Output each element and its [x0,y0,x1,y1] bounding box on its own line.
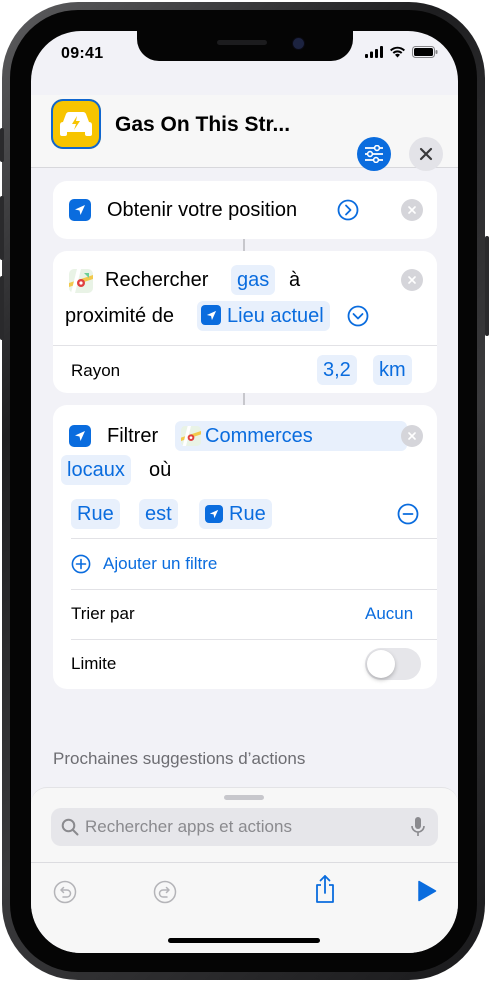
shortcut-title: Gas On This Str... [115,113,291,136]
action-get-location[interactable]: Obtenir votre position [53,181,437,239]
redo-icon[interactable] [153,880,177,904]
location-arrow-icon [69,425,91,447]
shortcut-header: Gas On This Str... [31,95,458,171]
search-icon [61,818,79,836]
maps-icon [181,426,201,446]
search-query-token[interactable]: gas [231,265,276,295]
filter-value-label: Rue [229,503,266,525]
close-icon [419,147,433,161]
share-icon[interactable] [314,874,336,904]
close-icon [408,206,416,214]
close-button[interactable] [409,137,443,171]
search-word-3: proximité de [65,305,174,327]
filter-source-label: Commerces [205,425,313,447]
radius-label: Rayon [71,361,121,380]
radius-unit-token[interactable]: km [373,355,412,385]
screen: 09:41 Gas On This Str... Obtenir votre p… [31,31,458,953]
signal-icon [365,46,383,58]
sort-label: Trier par [71,604,135,623]
maps-icon [69,269,93,293]
action-search-sheet: Rechercher apps et actions [31,787,458,953]
silent-switch [0,128,4,162]
action-connector [243,239,245,251]
battery-icon [412,46,438,58]
minus-circle-icon[interactable] [397,503,419,525]
divider [31,862,458,863]
location-token-label: Lieu actuel [227,305,324,327]
chevron-down-circle-icon[interactable] [347,305,369,327]
search-bar[interactable]: Rechercher apps et actions [51,808,438,846]
filter-word-2: où [149,459,172,481]
suggestions-heading: Prochaines suggestions d’actions [53,749,306,768]
limit-toggle[interactable] [365,648,421,680]
settings-button[interactable] [357,137,391,171]
wifi-icon [390,46,405,58]
search-word-1: Rechercher [105,269,209,291]
search-word-2: à [289,269,301,291]
sliders-icon [365,145,383,163]
divider [71,639,437,640]
sheet-grabber[interactable] [224,795,264,800]
action-filter[interactable]: Filtrer Commerces locaux où Rue est Rue [53,405,437,689]
front-camera [292,37,305,50]
location-arrow-icon [201,305,221,325]
location-arrow-icon [69,199,91,221]
play-icon[interactable] [417,880,437,902]
home-indicator [168,938,320,943]
undo-icon[interactable] [53,880,77,904]
status-icons [365,46,438,58]
divider [71,538,437,539]
location-arrow-icon [205,505,223,523]
power-button [485,236,489,336]
radius-value-token[interactable]: 3,2 [317,355,357,385]
add-filter-button[interactable]: Ajouter un filtre [71,551,271,577]
plus-circle-icon [71,554,91,574]
remove-action-button[interactable] [401,199,423,221]
chevron-right-circle-icon[interactable] [337,199,359,221]
action-connector [243,393,245,405]
add-filter-label: Ajouter un filtre [103,554,218,573]
action-get-location-label: Obtenir votre position [107,199,298,221]
filter-source-token-cont[interactable]: locaux [61,455,131,485]
notch [137,31,353,61]
close-icon [408,276,416,284]
speaker [217,40,267,45]
filter-operator-token[interactable]: est [139,499,178,529]
search-placeholder: Rechercher apps et actions [85,817,292,836]
limit-label: Limite [71,654,117,673]
filter-word-1: Filtrer [107,425,159,447]
car-icon [60,112,92,136]
microphone-icon[interactable] [411,817,425,837]
location-token[interactable]: Lieu actuel [197,301,330,331]
volume-down-button [0,276,4,340]
status-time: 09:41 [61,45,104,62]
close-icon [408,432,416,440]
action-search-maps[interactable]: Rechercher gas à proximité de Lieu actue… [53,251,437,393]
divider [71,589,437,590]
filter-value-token[interactable]: Rue [199,499,272,529]
limit-toggle-knob [367,650,395,678]
shortcut-icon[interactable] [51,99,101,149]
filter-field-token[interactable]: Rue [71,499,120,529]
divider [53,345,437,346]
sort-value[interactable]: Aucun [365,604,413,624]
remove-action-button[interactable] [401,269,423,291]
filter-source-token[interactable]: Commerces [175,421,407,451]
remove-action-button[interactable] [401,425,423,447]
volume-up-button [0,196,4,260]
